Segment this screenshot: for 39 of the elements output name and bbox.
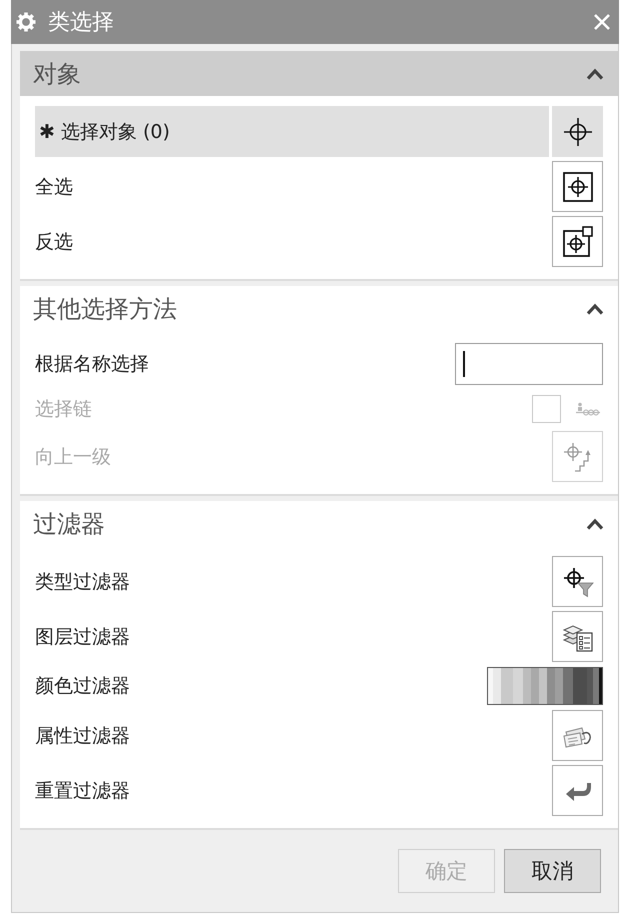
chain-icon <box>575 402 601 416</box>
section-title[interactable]: 其他选择方法 <box>33 292 586 324</box>
select-all-button[interactable] <box>552 161 603 212</box>
option-label: 图层过滤器 <box>35 624 131 650</box>
attribute-filter-button[interactable] <box>552 710 603 761</box>
color-palette-strip[interactable] <box>487 667 603 705</box>
reset-filters-button[interactable] <box>552 765 603 816</box>
type-filter-button[interactable] <box>552 556 603 607</box>
section-title[interactable]: 对象 <box>33 58 586 90</box>
up-level-button[interactable] <box>552 431 603 482</box>
required-mark: ✱ <box>39 120 55 142</box>
option-label: 重置过滤器 <box>35 778 131 804</box>
chevron-up-icon[interactable] <box>586 518 604 530</box>
option-label: 全选 <box>35 174 74 200</box>
section-title[interactable]: 过滤器 <box>33 508 586 540</box>
option-label: 类型过滤器 <box>35 570 131 594</box>
option-label: 选择链 <box>35 397 93 422</box>
window-title: 类选择 <box>48 9 115 37</box>
select-object-button[interactable] <box>552 106 603 157</box>
layer-filter-button[interactable] <box>552 611 603 662</box>
crosshair-stairs-icon <box>562 440 594 472</box>
framed-crosshair-square-icon <box>562 226 594 258</box>
name-input-field[interactable] <box>455 343 603 385</box>
settings-icon[interactable] <box>16 12 36 32</box>
option-label: 颜色过滤器 <box>35 674 131 699</box>
option-label: 反选 <box>35 230 74 254</box>
chevron-up-icon[interactable] <box>586 302 604 314</box>
invert-selection-button[interactable] <box>552 216 603 267</box>
close-icon[interactable] <box>593 13 611 31</box>
chevron-up-icon[interactable] <box>586 68 604 80</box>
cancel-button[interactable]: 取消 <box>504 849 601 893</box>
option-label: 向上一级 <box>35 444 112 470</box>
option-label: 根据名称选择 <box>35 352 150 377</box>
selection-step-row[interactable]: ✱ 选择对象 (0) <box>35 106 549 157</box>
crosshair-icon <box>562 116 594 148</box>
option-label: 属性过滤器 <box>35 724 131 748</box>
crosshair-funnel-icon <box>562 566 594 598</box>
framed-crosshair-icon <box>562 170 594 202</box>
step-label[interactable]: 选择对象 (0) <box>60 118 549 144</box>
